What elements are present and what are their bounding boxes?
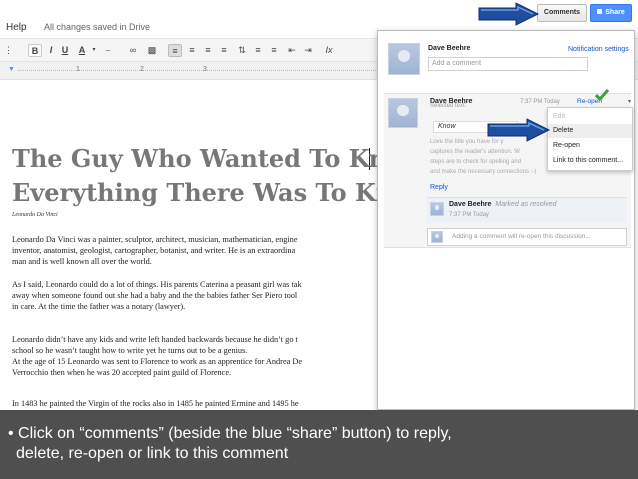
- current-user-name: Dave Beehre: [428, 45, 471, 52]
- text-line: Leonardo Da Vinci was a painter, sculpto…: [12, 235, 298, 244]
- reply-input[interactable]: Adding a comment will re-open this discu…: [427, 228, 627, 246]
- menu-item-link[interactable]: Link to this comment...: [548, 154, 632, 168]
- menu-item-reopen[interactable]: Re-open: [548, 139, 632, 153]
- align-right-icon[interactable]: ≡: [202, 44, 214, 57]
- italic-button[interactable]: I: [46, 44, 56, 57]
- document-title-line-1: The Guy Who Wanted To Know: [12, 144, 423, 173]
- ruler-mark: 3: [203, 66, 207, 73]
- check-icon: [595, 89, 609, 102]
- text-color-button[interactable]: A: [76, 44, 88, 57]
- comments-button[interactable]: Comments: [537, 4, 587, 22]
- add-comment-input[interactable]: Add a comment: [428, 57, 588, 71]
- reply-link[interactable]: Reply: [430, 184, 448, 191]
- save-status: All changes saved in Drive: [44, 22, 151, 32]
- selected-text-label: Selected text:: [430, 103, 467, 109]
- avatar: [388, 98, 418, 128]
- align-center-icon[interactable]: ≡: [186, 44, 198, 57]
- notification-settings-link[interactable]: Notification settings: [568, 46, 629, 53]
- caption-line: delete, re-open or link to this comment: [16, 445, 289, 462]
- resolved-note: Marked as resolved: [495, 201, 557, 208]
- arrow-icon: [478, 2, 540, 26]
- highlight-icon[interactable]: ⎯: [102, 44, 114, 57]
- avatar: [430, 202, 444, 216]
- link-icon[interactable]: ∞: [126, 44, 140, 57]
- menu-help[interactable]: Help: [6, 22, 27, 33]
- title-text: The Guy Who Wanted To K: [12, 144, 370, 173]
- comment-icon[interactable]: ▩: [146, 44, 158, 57]
- resolved-time: 7:37 PM Today: [449, 212, 489, 218]
- numbered-list-icon[interactable]: ≡: [252, 44, 264, 57]
- indent-marker-icon[interactable]: ▼: [8, 66, 15, 73]
- text-color-dropdown-icon[interactable]: ▾: [90, 44, 98, 57]
- resolved-author: Dave Beehre: [449, 201, 492, 208]
- resolved-entry-header: Dave Beehre Marked as resolved: [449, 201, 557, 208]
- caption-line: • Click on “comments” (beside the blue “…: [8, 425, 452, 442]
- justify-icon[interactable]: ≡: [218, 44, 230, 57]
- text-line: Verrocchio then when he was 20 accepted …: [12, 368, 232, 377]
- text-line: school so he wasn’t taught how to write …: [12, 346, 248, 355]
- underline-button[interactable]: U: [60, 44, 70, 57]
- text-line: Leonardo didn’t have any kids and write …: [12, 335, 298, 344]
- menu-item-delete[interactable]: Delete: [548, 124, 632, 138]
- share-label: Share: [605, 9, 625, 16]
- text-line: At the age of 15 Leonardo was sent to Fl…: [12, 357, 303, 366]
- increase-indent-icon[interactable]: ⇥: [302, 44, 314, 57]
- arrow-icon: [487, 118, 551, 142]
- bulleted-list-icon[interactable]: ≡: [268, 44, 280, 57]
- paragraph: As I said, Leonardo could do a lot of th…: [12, 279, 392, 312]
- text-line: As I said, Leonardo could do a lot of th…: [12, 280, 302, 289]
- comment-menu-icon[interactable]: ▾: [628, 98, 634, 105]
- more-icon[interactable]: ⋮: [4, 44, 13, 57]
- decrease-indent-icon[interactable]: ⇤: [286, 44, 298, 57]
- document-title-line-2: Everything There Was To Know: [12, 178, 430, 207]
- ruler-mark: 2: [140, 66, 144, 73]
- clear-formatting-button[interactable]: Ix: [322, 44, 336, 57]
- lock-icon: [597, 9, 603, 14]
- text-line: inventor, anatomist, geologist, cartogra…: [12, 246, 296, 255]
- comment-options-menu: Edit Delete Re-open Link to this comment…: [547, 107, 633, 171]
- comment-time: 7:37 PM Today: [520, 99, 560, 105]
- ruler-mark: 1: [76, 66, 80, 73]
- comments-panel: Dave Beehre Notification settings Add a …: [377, 30, 635, 410]
- caption-bar: • Click on “comments” (beside the blue “…: [0, 410, 638, 479]
- text-line: in care. At the time the father was a no…: [12, 302, 186, 311]
- line-spacing-icon[interactable]: ⇅: [236, 44, 248, 57]
- paragraph: Leonardo Da Vinci was a painter, sculpto…: [12, 234, 392, 267]
- paragraph: Leonardo didn’t have any kids and write …: [12, 334, 392, 378]
- text-line: away when someone found out she had a ba…: [12, 291, 298, 300]
- avatar: [388, 43, 420, 75]
- resolved-entry: Dave Beehre Marked as resolved 7:37 PM To…: [427, 197, 627, 223]
- text-line: In 1483 he painted the Virgin of the roc…: [12, 399, 299, 408]
- avatar: [431, 231, 443, 243]
- document-author: Leonardo Da Vinci: [12, 212, 58, 218]
- paragraph: In 1483 he painted the Virgin of the roc…: [12, 398, 392, 409]
- align-left-icon[interactable]: ≡: [168, 44, 182, 57]
- ruler-ticks: [18, 70, 378, 71]
- share-button[interactable]: Share: [590, 4, 632, 22]
- menu-item-edit[interactable]: Edit: [548, 110, 632, 124]
- bold-button[interactable]: B: [28, 44, 42, 57]
- text-line: man and is well known all over the world…: [12, 257, 152, 266]
- reply-input-placeholder: Adding a comment will re-open this discu…: [452, 233, 591, 240]
